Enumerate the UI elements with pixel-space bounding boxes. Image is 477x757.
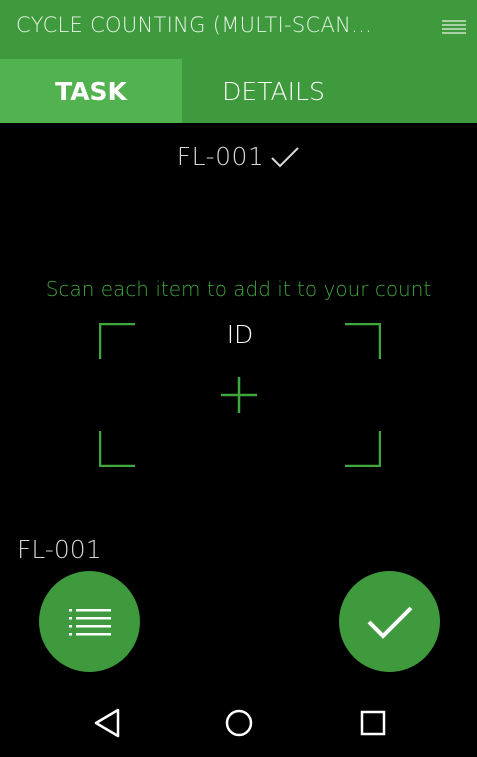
system-navigation-bar (0, 689, 477, 757)
checkmark-icon (367, 606, 412, 639)
back-triangle-icon (94, 708, 120, 738)
home-circle-icon (225, 709, 253, 737)
recents-square-icon (360, 710, 386, 736)
scanned-item-id: FL-001 (176, 142, 265, 171)
scan-instruction: Scan each item to add it to your count (45, 277, 432, 301)
scanned-item-header: FL-001 (0, 142, 477, 171)
tab-task[interactable]: TASK (0, 59, 182, 123)
hamburger-menu-icon (442, 20, 466, 34)
app-title: CYCLE COUNTING (MULTI-SCAN... (16, 13, 373, 37)
last-scan-value: FL-001 (17, 535, 102, 564)
item-list-button[interactable] (39, 571, 140, 672)
back-button[interactable] (89, 705, 125, 741)
app-bar: CYCLE COUNTING (MULTI-SCAN... (0, 0, 477, 59)
recents-button[interactable] (355, 705, 391, 741)
home-button[interactable] (221, 705, 257, 741)
confirm-button[interactable] (339, 571, 440, 672)
plus-icon (221, 377, 257, 413)
tab-details[interactable]: DETAILS (182, 59, 365, 123)
checkmark-icon (271, 146, 300, 167)
scanner-viewfinder[interactable]: ID (99, 320, 381, 467)
menu-button[interactable] (441, 14, 467, 40)
tab-bar: TASK DETAILS (0, 59, 477, 123)
list-icon (68, 608, 111, 635)
scan-field-label: ID (226, 320, 254, 349)
